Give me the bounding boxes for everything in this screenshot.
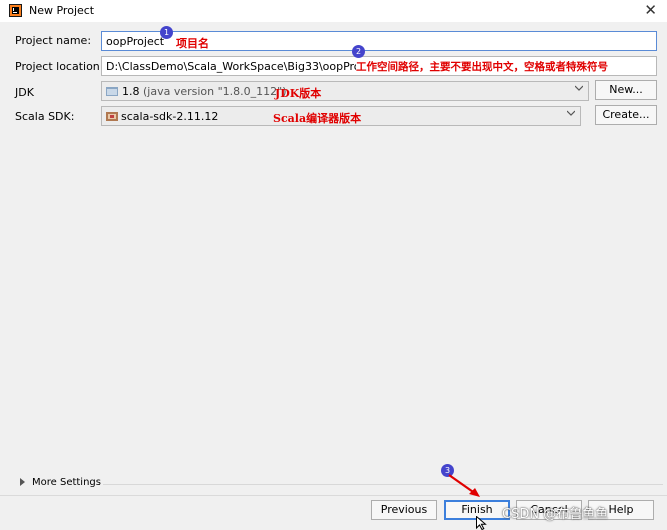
close-icon[interactable]: ✕ [644, 1, 657, 19]
annotation-project-name: 项目名 [176, 37, 209, 50]
project-name-value: oopProject [106, 35, 165, 48]
annotation-project-location: 工作空间路径，主要不要出现中文，空格或者特殊符号 [356, 59, 608, 74]
step-badge-1: 1 [160, 26, 173, 39]
project-location-value: D:\ClassDemo\Scala_WorkSpace\Big33\oopPr… [106, 60, 381, 73]
project-location-label: Project location: [15, 60, 104, 73]
watermark: CSDN @布鲁鱼鱼 [502, 507, 609, 522]
scala-sdk-value: scala-sdk-2.11.12 [121, 110, 219, 123]
expand-triangle-icon [20, 478, 25, 486]
separator [103, 484, 663, 485]
project-name-label: Project name: [15, 34, 92, 47]
mouse-cursor-icon [476, 516, 487, 530]
scala-sdk-label: Scala SDK: [15, 110, 75, 123]
jdk-folder-icon [106, 87, 118, 96]
jdk-label: JDK [15, 86, 34, 99]
step-badge-2: 2 [352, 45, 365, 58]
chevron-down-icon [575, 85, 583, 91]
intellij-app-icon [9, 4, 22, 17]
title-bar: New Project ✕ [0, 0, 667, 22]
jdk-dropdown[interactable]: 1.8 (java version "1.8.0_112") [101, 81, 589, 101]
annotation-jdk: JDK版本 [275, 87, 322, 100]
jdk-new-button[interactable]: New... [595, 80, 657, 100]
window-title: New Project [29, 4, 95, 17]
library-icon [106, 112, 118, 121]
annotation-scala-sdk: Scala编译器版本 [273, 112, 362, 125]
jdk-version: 1.8 [122, 85, 140, 98]
more-settings-label: More Settings [32, 477, 101, 488]
footer-divider [0, 495, 667, 496]
jdk-version-detail: (java version "1.8.0_112") [143, 85, 287, 98]
red-arrow-icon [448, 474, 480, 497]
previous-button[interactable]: Previous [371, 500, 437, 520]
more-settings-toggle[interactable]: More Settings [20, 477, 101, 488]
scala-sdk-create-button[interactable]: Create... [595, 105, 657, 125]
chevron-down-icon [567, 110, 575, 116]
